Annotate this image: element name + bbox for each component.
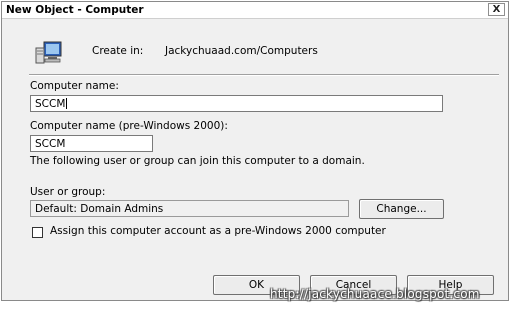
- close-icon: X: [492, 4, 501, 15]
- computer-name-input[interactable]: SCCM: [30, 95, 443, 112]
- user-group-label: User or group:: [30, 186, 106, 198]
- pre2000-checkbox-label[interactable]: Assign this computer account as a pre-Wi…: [50, 225, 386, 237]
- create-in-path: Jackychuaad.com/Computers: [165, 45, 318, 57]
- pre2000-name-label: Computer name (pre-Windows 2000):: [30, 120, 228, 132]
- join-note: The following user or group can join thi…: [30, 155, 365, 167]
- create-in-label: Create in:: [92, 45, 144, 57]
- window-title: New Object - Computer: [6, 4, 144, 16]
- computer-name-label: Computer name:: [30, 80, 119, 92]
- close-button[interactable]: X: [488, 3, 505, 16]
- user-group-field: Default: Domain Admins: [30, 200, 349, 217]
- pre2000-name-input[interactable]: SCCM: [30, 135, 153, 152]
- pre2000-checkbox[interactable]: [32, 227, 43, 238]
- new-object-dialog: New Object - Computer X Create in: Jacky…: [1, 1, 509, 301]
- change-button[interactable]: Change...: [359, 199, 444, 219]
- computer-icon: [35, 41, 62, 64]
- title-bar[interactable]: New Object - Computer X: [2, 2, 508, 19]
- text-caret: [66, 98, 68, 109]
- separator-top: [29, 74, 499, 76]
- watermark-text: http://jackychuaace.blogspot.com: [270, 287, 480, 301]
